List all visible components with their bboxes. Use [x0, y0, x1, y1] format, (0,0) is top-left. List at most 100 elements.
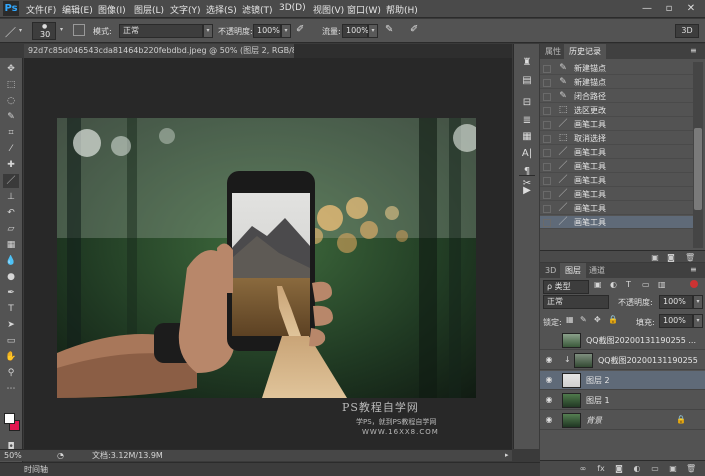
history-item[interactable]: ／ 画笔工具	[540, 216, 695, 229]
history-source-checkbox[interactable]	[543, 191, 551, 199]
gradient-tool-icon[interactable]: ▦	[3, 238, 19, 252]
more-tools-icon[interactable]: ⋯	[3, 382, 19, 396]
history-source-checkbox[interactable]	[543, 121, 551, 129]
history-panel-icon[interactable]: ▦	[519, 130, 535, 144]
layer-filter-select[interactable]: ρ 类型	[543, 280, 589, 294]
layer-name[interactable]: QQ截图20200131190255	[598, 351, 698, 370]
history-item[interactable]: ／ 画笔工具	[540, 174, 695, 187]
history-brush-tool-icon[interactable]: ↶	[3, 206, 19, 220]
menu-type[interactable]: 文字(Y)	[170, 3, 201, 16]
blend-mode-select[interactable]: 正常	[543, 295, 609, 309]
layer-row[interactable]: ◉ QQ截图20200131190255 ↓	[540, 351, 705, 370]
history-item[interactable]: ✎ 闭合路径	[540, 90, 695, 103]
close-window-button[interactable]: ✕	[684, 2, 698, 15]
minimize-button[interactable]: —	[640, 2, 654, 15]
layer-opacity-input[interactable]: 100%	[659, 295, 693, 309]
fill-input[interactable]: 100%	[659, 314, 693, 328]
tab-layers[interactable]: 图层	[560, 263, 586, 278]
brush-panel-icon[interactable]	[73, 24, 85, 36]
visibility-eye-icon[interactable]	[544, 335, 554, 345]
workspace-select[interactable]: 3D	[675, 24, 699, 38]
new-group-icon[interactable]: ▭	[650, 463, 660, 474]
brush-preset-icon[interactable]: ／	[5, 24, 16, 40]
pen-tool-icon[interactable]: ✒	[3, 286, 19, 300]
crop-tool-icon[interactable]: ⌗	[3, 126, 19, 140]
menu-select[interactable]: 选择(S)	[206, 3, 237, 16]
hand-tool-icon[interactable]: ✋	[3, 350, 19, 364]
filter-toggle-icon[interactable]	[690, 280, 698, 288]
filter-pixel-icon[interactable]: ▣	[594, 280, 602, 289]
dodge-tool-icon[interactable]: ●	[3, 270, 19, 284]
move-tool-icon[interactable]: ✥	[3, 62, 19, 76]
history-item[interactable]: ／ 画笔工具	[540, 146, 695, 159]
link-layers-icon[interactable]: ∞	[578, 463, 588, 474]
snapshot-icon[interactable]: ◙	[666, 252, 676, 263]
history-source-checkbox[interactable]	[543, 135, 551, 143]
character-icon[interactable]: A|	[519, 147, 535, 161]
timeline-label[interactable]: 时间轴	[24, 464, 48, 476]
history-source-checkbox[interactable]	[543, 219, 551, 227]
visibility-eye-icon[interactable]: ◉	[544, 395, 554, 405]
lock-position-icon[interactable]: ✥	[594, 315, 601, 324]
history-source-checkbox[interactable]	[543, 79, 551, 87]
opacity-input[interactable]: 100%	[253, 24, 281, 38]
history-item[interactable]: ／ 画笔工具	[540, 202, 695, 215]
layer-thumbnail[interactable]	[574, 353, 593, 368]
foreground-color-swatch[interactable]	[4, 413, 15, 424]
menu-help[interactable]: 帮助(H)	[386, 3, 418, 16]
menu-window[interactable]: 窗口(W)	[347, 3, 381, 16]
swatches-icon[interactable]: ▤	[519, 74, 535, 88]
chevron-down-icon[interactable]: ▾	[19, 27, 22, 34]
opacity-dropdown-icon[interactable]: ▾	[281, 24, 291, 38]
layer-row[interactable]: ◉ 图层 1	[540, 391, 705, 410]
panel-menu-icon[interactable]: ≡	[690, 265, 697, 274]
chevron-down-icon[interactable]: ▾	[60, 26, 63, 33]
shape-tool-icon[interactable]: ▭	[3, 334, 19, 348]
zoom-level[interactable]: 50%	[4, 450, 22, 461]
menu-image[interactable]: 图像(I)	[98, 3, 126, 16]
layer-thumbnail[interactable]	[562, 413, 581, 428]
trash-icon[interactable]: 🗑	[685, 252, 695, 263]
brush-tool-icon[interactable]: ／	[3, 174, 19, 188]
history-item[interactable]: ／ 画笔工具	[540, 160, 695, 173]
pressure-opacity-icon[interactable]: ✐	[296, 24, 304, 35]
filter-shape-icon[interactable]: ▭	[642, 280, 650, 289]
history-source-checkbox[interactable]	[543, 163, 551, 171]
restore-button[interactable]: ▫	[662, 2, 676, 15]
layer-thumbnail[interactable]	[562, 393, 581, 408]
history-item[interactable]: ⬚ 选区更改	[540, 104, 695, 117]
eraser-tool-icon[interactable]: ▱	[3, 222, 19, 236]
tab-channels[interactable]: 通道	[584, 263, 610, 278]
flow-dropdown-icon[interactable]: ▾	[368, 24, 378, 38]
tool-presets-icon[interactable]: ♜	[519, 56, 535, 70]
quick-select-tool-icon[interactable]: ✎	[3, 110, 19, 124]
visibility-eye-icon[interactable]: ◉	[544, 355, 554, 365]
layer-name[interactable]: 背景	[586, 411, 602, 430]
history-item[interactable]: ／ 画笔工具	[540, 118, 695, 131]
fill-dropdown-icon[interactable]: ▾	[693, 314, 703, 328]
delete-layer-icon[interactable]: 🗑	[686, 463, 696, 474]
menu-view[interactable]: 视图(V)	[313, 3, 344, 16]
menu-edit[interactable]: 编辑(E)	[62, 3, 93, 16]
layer-thumbnail[interactable]	[562, 333, 581, 348]
layer-opacity-dropdown-icon[interactable]: ▾	[693, 295, 703, 309]
filter-smart-object-icon[interactable]: ▥	[658, 280, 666, 289]
layer-name[interactable]: 图层 2	[586, 371, 610, 390]
history-item[interactable]: ✎ 新建锚点	[540, 62, 695, 75]
lock-transparent-icon[interactable]: ▦	[566, 315, 574, 324]
layer-style-icon[interactable]: fx	[596, 463, 606, 474]
pressure-size-icon[interactable]: ✐	[410, 24, 418, 35]
layer-name[interactable]: 图层 1	[586, 391, 610, 410]
history-source-checkbox[interactable]	[543, 65, 551, 73]
styles-icon[interactable]: ≣	[519, 114, 535, 128]
zoom-tool-icon[interactable]: ⚲	[3, 366, 19, 380]
history-item[interactable]: ⬚ 取消选择	[540, 132, 695, 145]
type-tool-icon[interactable]: T	[3, 302, 19, 316]
history-item[interactable]: ✎ 新建锚点	[540, 76, 695, 89]
lock-all-icon[interactable]: 🔒	[608, 315, 618, 324]
healing-tool-icon[interactable]: ✚	[3, 158, 19, 172]
flow-input[interactable]: 100%	[342, 24, 369, 38]
status-info-icon[interactable]: ◔	[57, 451, 64, 460]
layer-name[interactable]: QQ截图20200131190255 ...	[586, 331, 696, 350]
menu-3d[interactable]: 3D(D)	[279, 3, 306, 13]
